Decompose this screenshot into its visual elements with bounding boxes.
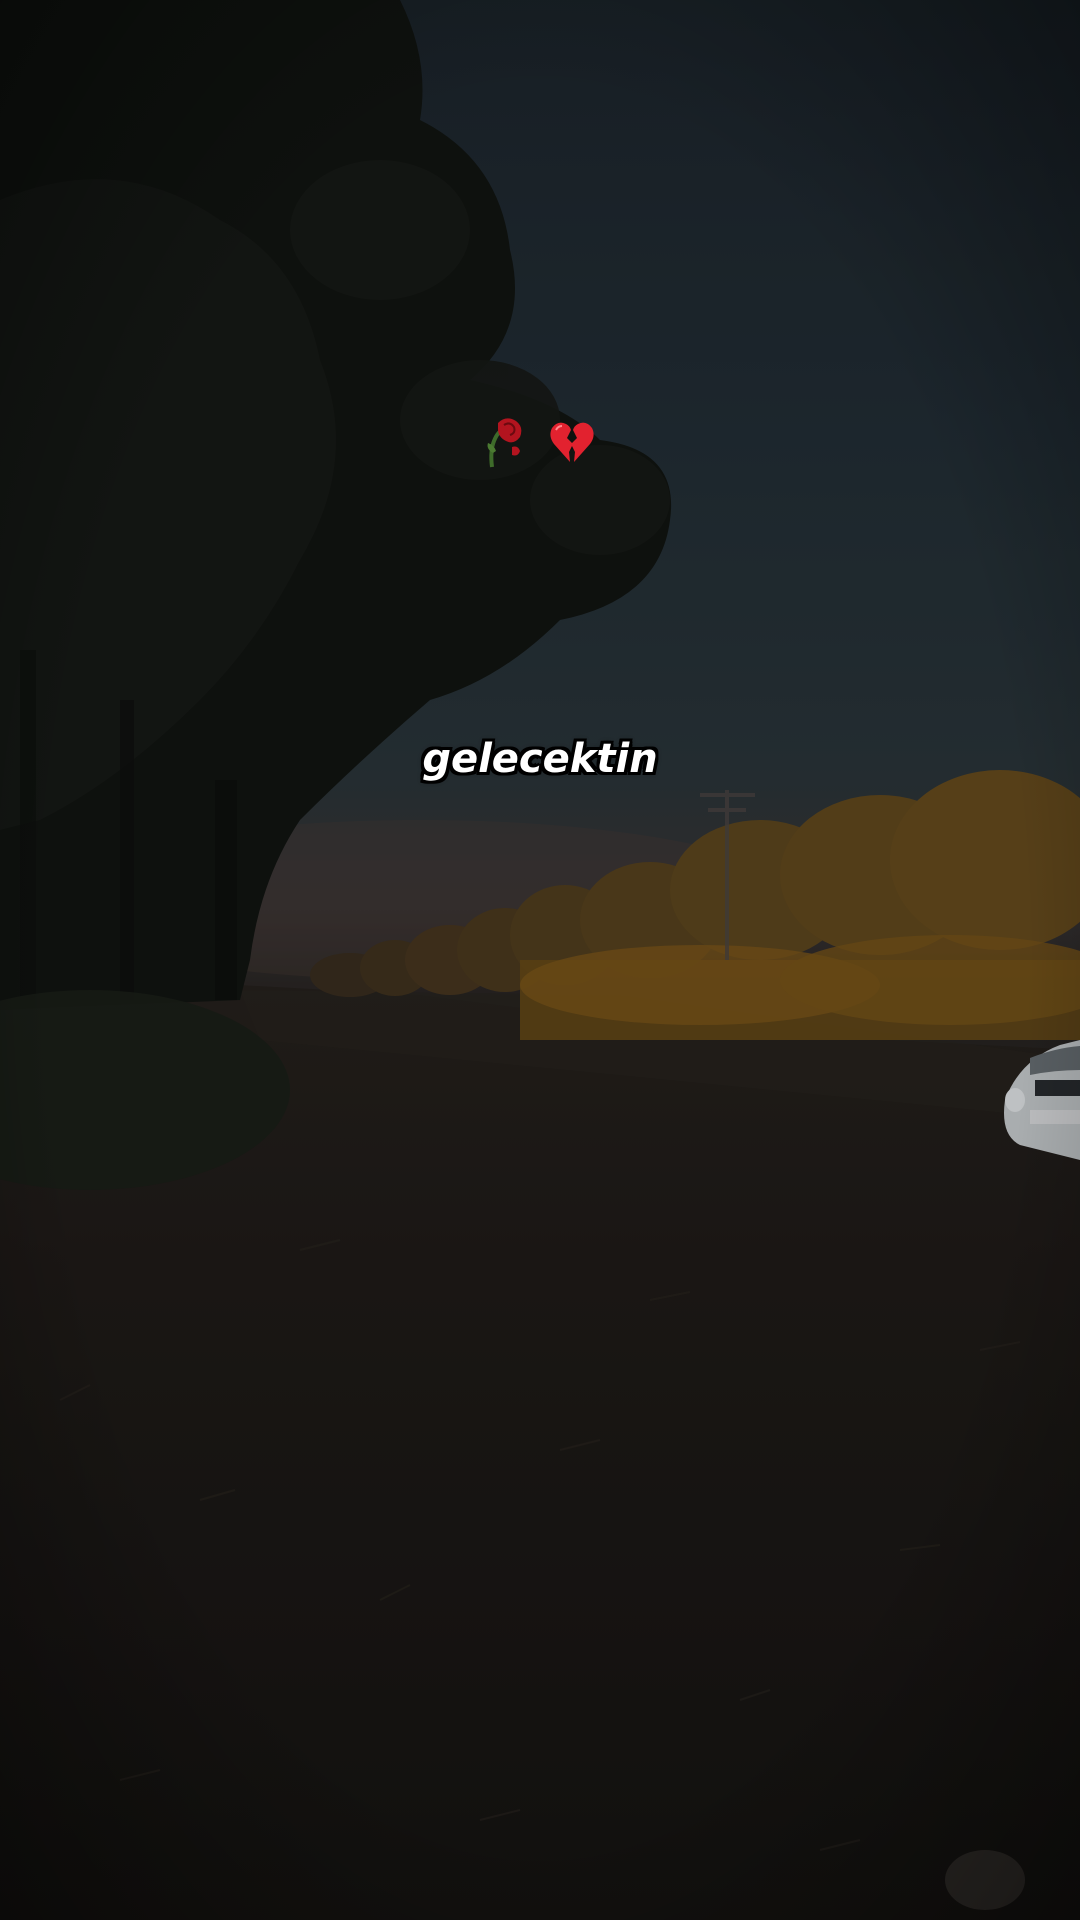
wilted-rose-icon	[484, 415, 528, 469]
emoji-caption: 🥀💔	[0, 412, 1080, 469]
subtitle-text: gelecektin	[422, 736, 658, 782]
night-landscape-photo	[0, 0, 1080, 1920]
broken-heart-icon	[548, 418, 596, 466]
emoji-caption-text: 🥀💔	[484, 412, 485, 413]
photo-scene: 🥀💔 gelecektin	[0, 0, 1080, 1920]
